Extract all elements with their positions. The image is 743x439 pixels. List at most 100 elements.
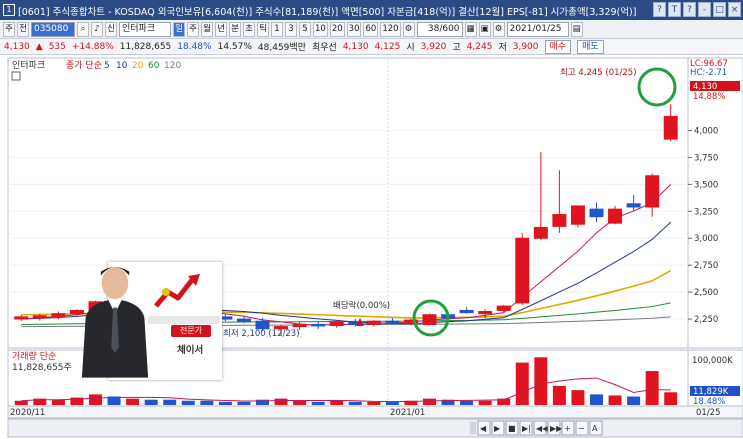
interval-1[interactable]: 1	[271, 21, 283, 37]
y-tick-label: 3,250	[694, 207, 718, 217]
candle-body	[422, 314, 437, 325]
volume-bar	[534, 357, 548, 405]
titlebar-buttons: ? T ? - □ ×	[653, 2, 741, 17]
chart-scrollbar[interactable]	[7, 418, 743, 438]
y-tick-label: 2,500	[694, 288, 718, 298]
interval-20[interactable]: 20	[329, 21, 345, 37]
info-button[interactable]: ?	[683, 2, 696, 17]
y-tick-label: 4,000	[694, 126, 718, 136]
period-daily[interactable]: 일	[173, 21, 185, 37]
trade-amount: 48,459백만	[257, 43, 306, 53]
save-icon[interactable]: ▣	[478, 21, 491, 37]
interval-3[interactable]: 3	[285, 21, 297, 37]
scroll-left-arrow[interactable]	[470, 422, 476, 434]
volume-bar	[51, 399, 65, 405]
price-change: 535	[48, 41, 66, 52]
interval-30[interactable]: 30	[346, 21, 362, 37]
volume-bar	[181, 400, 195, 405]
minimize-button[interactable]: -	[698, 2, 711, 17]
scroll-control-icon: ■	[508, 424, 516, 433]
candle-body	[478, 311, 493, 315]
candle-body	[459, 309, 474, 314]
volume-bar	[385, 401, 399, 405]
text-size-button[interactable]: T	[668, 2, 681, 17]
window-number-icon: 1	[3, 4, 15, 16]
chart-settings-icon[interactable]: ⚙	[402, 21, 415, 37]
stock-chart[interactable]: ◀ ▶ ■ ▶| ◀◀ ▶▶ + − A 4,000 3,750 3,500 3,250 3,000 2,…	[0, 56, 743, 439]
period-second[interactable]: 초	[243, 21, 255, 37]
up-arrow-icon: ▲	[35, 41, 43, 52]
scroll-control-icon: ▶	[494, 424, 501, 433]
candle-body	[589, 208, 604, 218]
scroll-control-icon: ▶▶	[550, 424, 563, 433]
help-button[interactable]: ?	[653, 2, 666, 17]
interval-5[interactable]: 5	[299, 21, 311, 37]
y-tick-label: 2,750	[694, 261, 718, 271]
volume-value-label: 11,828,655주	[12, 362, 72, 373]
volume-bar	[571, 390, 585, 405]
volume-bar	[311, 401, 325, 405]
volume-bar	[200, 400, 214, 405]
quote-bar: 4,130 ▲ 535 +14.88% 11,828,655 18.48% 14…	[0, 39, 743, 55]
interval-10[interactable]: 10	[313, 21, 328, 37]
credit-badge-icon: 신	[105, 21, 117, 37]
turnover-rate: 14.57%	[217, 41, 252, 52]
open-label: 시	[406, 43, 415, 53]
gear-icon[interactable]: ⚙	[492, 21, 505, 37]
volume-bar	[627, 396, 641, 405]
volume-axis-top: 100,000K	[692, 356, 733, 366]
search-icon[interactable]: ⌕	[77, 21, 89, 37]
legend-ma-label: 종가 단순	[66, 60, 102, 71]
period-yearly[interactable]: 년	[215, 21, 227, 37]
close-button[interactable]: ×	[728, 2, 741, 17]
legend-toggle-icon[interactable]	[11, 71, 21, 81]
date-axis	[7, 405, 743, 419]
y-tick-label: 3,500	[694, 180, 718, 190]
volume-bar	[664, 392, 678, 405]
date-field[interactable]: 2021/01/25	[506, 21, 569, 37]
y-tick-label: 3,000	[694, 234, 718, 244]
period-minute[interactable]: 분	[229, 21, 241, 37]
price-change-pct: +14.88%	[71, 41, 114, 52]
candle-count-field[interactable]: 38/600	[416, 21, 463, 37]
best-ask-label: 최우선	[311, 43, 337, 53]
stock-code-input[interactable]: 035080	[31, 21, 75, 37]
candle-body	[570, 205, 585, 225]
view-select[interactable]: 전	[17, 21, 29, 37]
candle-body	[515, 237, 530, 304]
volume-bar	[608, 395, 622, 405]
buy-button[interactable]: 매수	[544, 39, 572, 54]
window-titlebar: 1 [0601] 주식종합차트 - KOSDAQ 외국인보유[6,604(천)]…	[0, 0, 743, 20]
candle-body	[292, 323, 307, 328]
y-tick-label: 2,250	[694, 315, 718, 325]
period-tick[interactable]: 틱	[257, 21, 269, 37]
volume-bar	[89, 394, 102, 405]
open-price: 3,920	[420, 41, 447, 52]
calendar-icon[interactable]: ▤	[570, 21, 583, 37]
candle-body	[496, 305, 511, 311]
legend-ma60: 60	[148, 61, 160, 71]
candle-body	[236, 318, 251, 322]
scroll-controls[interactable]: ◀ ▶ ■ ▶| ◀◀ ▶▶ + − A	[477, 420, 603, 436]
speaker-icon[interactable]: ♪	[91, 21, 103, 37]
high-price: 4,245	[466, 41, 493, 52]
candle-body	[608, 208, 623, 224]
chart-canvas[interactable]: ◀ ▶ ■ ▶| ◀◀ ▶▶ + − A 4,000 3,750 3,500 3,250 3,000 2,…	[0, 56, 743, 439]
period-select[interactable]: 주	[3, 21, 15, 37]
hc-label: HC:-2.71	[690, 68, 727, 78]
volume-bar	[218, 401, 232, 405]
stock-name-field[interactable]: 인터파크	[119, 21, 171, 37]
period-monthly[interactable]: 월	[201, 21, 213, 37]
volume-bar	[348, 401, 362, 405]
volume-bar	[460, 400, 474, 405]
interval-60[interactable]: 60	[363, 21, 379, 37]
volume-bar	[330, 400, 344, 405]
interval-120[interactable]: 120	[380, 21, 401, 37]
grid-icon[interactable]: ▦	[464, 21, 477, 37]
volume-bar	[515, 362, 529, 405]
dividend-note: 배당락(0.00%)	[333, 300, 390, 311]
period-weekly[interactable]: 주	[187, 21, 199, 37]
sell-button[interactable]: 매도	[577, 39, 604, 54]
volume-tag: 11,829K	[693, 387, 729, 397]
maximize-button[interactable]: □	[713, 2, 726, 17]
